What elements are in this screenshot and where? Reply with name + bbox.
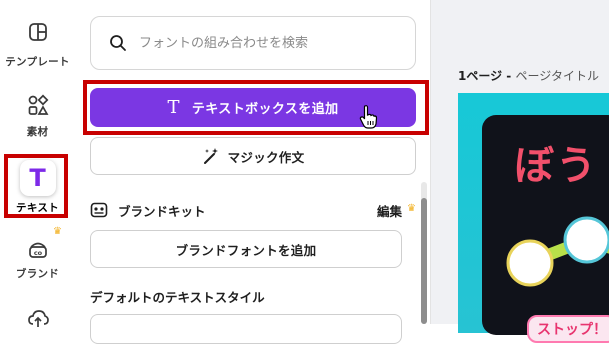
canvas-area: 1ページ - ページタイトル ぼう ストップ！ [431, 0, 609, 343]
rail-label-brand: ブランド [15, 268, 60, 280]
font-search-box[interactable] [90, 16, 416, 70]
panel-scrollbar-thumb[interactable] [421, 198, 427, 324]
brand-kit-edit-link[interactable]: 編集 [377, 201, 402, 220]
brand-kit-icon [90, 202, 108, 218]
page-separator: - [502, 69, 516, 83]
brand-kit-title: ブランドキット [118, 203, 206, 219]
brand-kit-header: ブランドキット 編集 ♛ [90, 199, 416, 221]
add-brand-font-button[interactable]: ブランドフォントを追加 [90, 230, 402, 268]
design-page[interactable]: ぼう ストップ！ [458, 93, 609, 343]
highlight-box-rail [4, 154, 68, 218]
rail-item-brand[interactable]: co ブランド [0, 238, 75, 281]
search-icon [110, 35, 126, 51]
magic-wand-icon [203, 148, 218, 164]
magic-write-label: マジック作文 [227, 149, 305, 165]
template-icon [28, 23, 47, 41]
page-title-input[interactable]: ページタイトル [515, 69, 599, 83]
rail-label-elements: 素材 [26, 126, 49, 138]
design-title-text[interactable]: ぼう [514, 133, 598, 191]
stop-badge[interactable]: ストップ！ [527, 315, 609, 343]
default-style-item[interactable] [90, 314, 402, 344]
upload-icon[interactable] [27, 308, 49, 330]
highlight-box-button [83, 80, 429, 135]
rail-label-templates: テンプレート [5, 56, 70, 68]
default-text-styles-title: デフォルトのテキストスタイル [90, 290, 265, 305]
rail-item-elements[interactable]: 素材 [0, 94, 75, 139]
design-graphic [506, 216, 609, 287]
crown-icon: ♛ [53, 226, 62, 237]
add-brand-font-label: ブランドフォントを追加 [175, 242, 317, 258]
brand-icon: co [28, 242, 47, 258]
magic-write-button[interactable]: マジック作文 [90, 137, 416, 175]
page-number: 1ページ [458, 69, 503, 83]
svg-text:co: co [33, 249, 42, 257]
rail-item-templates[interactable]: テンプレート [0, 22, 75, 69]
design-dark-panel: ぼう ストップ！ [482, 115, 609, 343]
page-header: 1ページ - ページタイトル [458, 67, 599, 84]
text-panel: T テキストボックスを追加 マジック作文 ブランドキット 編集 ♛ ブランドフォ… [75, 0, 431, 344]
font-search-input[interactable] [137, 34, 401, 52]
elements-icon [28, 94, 48, 115]
left-rail: テンプレート 素材 T テキスト ♛ co ブランド [0, 0, 75, 327]
crown-icon: ♛ [407, 203, 416, 214]
